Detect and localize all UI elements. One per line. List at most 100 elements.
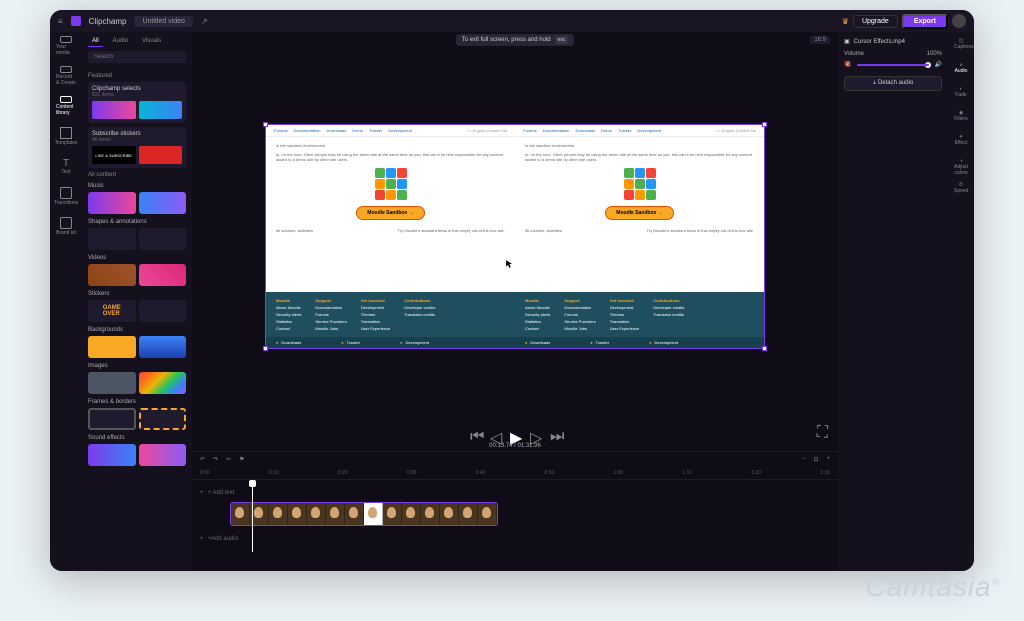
volume-icon[interactable]: 🔊 [935, 61, 942, 68]
shape-thumb[interactable] [139, 228, 187, 250]
mute-icon[interactable]: 🔇 [844, 61, 851, 68]
skip-back-icon[interactable]: ⏮ [470, 428, 480, 438]
split-icon[interactable]: ✂ [226, 456, 231, 463]
menu-icon[interactable]: ≡ [58, 17, 63, 26]
filter-visuals[interactable]: Visuals [138, 36, 165, 47]
zoom-fit-icon[interactable]: ⊡ [813, 456, 818, 463]
card-selects[interactable]: Clipchamp selects831 items [88, 82, 186, 123]
cat-shapes[interactable]: Shapes & annotations [88, 219, 186, 225]
redo-icon[interactable]: ↷ [213, 456, 218, 463]
volume-value: 100% [927, 51, 942, 57]
aspect-ratio[interactable]: 16:9 [810, 36, 830, 44]
step-fwd-icon[interactable]: ▷ [530, 428, 540, 438]
search-icon: ⌕ ▪ English (United Sta [467, 128, 507, 133]
music-thumb[interactable] [139, 192, 187, 214]
project-tab[interactable]: Untitled video [134, 16, 192, 27]
tool-rail: ◫Captions ♪Audio ◐Fade ◉Filters ✦Effect … [948, 32, 974, 571]
marker-icon[interactable]: ⚑ [239, 456, 244, 463]
sfx-thumb[interactable] [88, 444, 136, 466]
tool-captions[interactable]: ◫Captions [954, 38, 968, 52]
volume-label: Volume [844, 51, 864, 57]
canvas-wrap: ForumsDocumentationDownloadsDemoTrackerD… [192, 48, 838, 425]
sticker-thumb[interactable]: GAMEOVER [88, 300, 136, 322]
timeline-tools: ↶ ↷ ✂ ⚑ − ⊡ + [192, 452, 838, 466]
tool-colors[interactable]: ◑Adjust colors [954, 158, 968, 172]
add-icon[interactable]: + [200, 536, 204, 542]
search-input[interactable] [88, 51, 186, 63]
playhead[interactable] [252, 480, 253, 552]
tool-effects[interactable]: ✦Effect [954, 134, 968, 148]
frame-thumb[interactable] [139, 408, 187, 430]
tool-filters[interactable]: ◉Filters [954, 110, 968, 124]
nav-record[interactable]: Record & Create [56, 66, 76, 86]
fullscreen-hint: To exit full screen, press and holdesc [456, 34, 575, 46]
nav-templates[interactable]: Templates [56, 126, 76, 146]
cat-frames[interactable]: Frames & borders [88, 399, 186, 405]
cat-bg[interactable]: Backgrounds [88, 327, 186, 333]
skip-fwd-icon[interactable]: ⏭ [550, 428, 560, 438]
zoom-in-icon[interactable]: + [826, 456, 830, 462]
nav-yourmedia[interactable]: Your media [56, 36, 76, 56]
crown-icon: ♛ [842, 17, 849, 26]
export-button[interactable]: Export [902, 14, 948, 29]
camtasia-watermark: Camtasia® [865, 571, 1000, 603]
undo-icon[interactable]: ↶ [200, 456, 205, 463]
nav-brandkit[interactable]: Brand kit [56, 216, 76, 236]
add-text-track[interactable]: + Add text [208, 490, 235, 496]
cat-music[interactable]: Music [88, 183, 186, 189]
cat-sfx[interactable]: Sound effects [88, 435, 186, 441]
volume-slider[interactable] [857, 64, 928, 66]
bg-thumb[interactable] [88, 336, 136, 358]
playback-controls: ⏮ ◁ ▶ ▷ ⏭ ⛶ [192, 425, 838, 441]
resize-handle[interactable] [762, 122, 767, 127]
fullscreen-icon[interactable]: ⛶ [817, 424, 828, 442]
tool-speed[interactable]: ⏱Speed [954, 182, 968, 196]
resize-handle[interactable] [263, 346, 268, 351]
video-thumb[interactable] [88, 264, 136, 286]
avatar[interactable] [952, 14, 966, 28]
sandbox-button: Moodle Sandbox → [356, 206, 424, 220]
nav-library[interactable]: Content library [56, 96, 76, 116]
resize-handle[interactable] [762, 346, 767, 351]
step-back-icon[interactable]: ◁ [490, 428, 500, 438]
add-audio-track[interactable]: +Add audio [208, 536, 239, 542]
zoom-out-icon[interactable]: − [802, 456, 806, 462]
share-icon[interactable]: ↗ [201, 17, 208, 26]
img-thumb[interactable] [139, 372, 187, 394]
video-preview[interactable]: ForumsDocumentationDownloadsDemoTrackerD… [265, 124, 765, 349]
clipchamp-window: ≡ Clipchamp Untitled video ↗ ♛ Upgrade E… [50, 10, 974, 571]
bg-thumb[interactable] [139, 336, 187, 358]
filter-tabs: All Audio Visuals [88, 36, 186, 47]
nav-text[interactable]: TText [56, 156, 76, 176]
resize-handle[interactable] [263, 122, 268, 127]
sandbox-button: Moodle Sandbox → [605, 206, 673, 220]
cat-stickers[interactable]: Stickers [88, 291, 186, 297]
timeline: ↶ ↷ ✂ ⚑ − ⊡ + 0:000:100:200:300:400:501:… [192, 451, 838, 571]
tool-audio[interactable]: ♪Audio [954, 62, 968, 76]
img-thumb[interactable] [88, 372, 136, 394]
filter-audio[interactable]: Audio [109, 36, 132, 47]
cat-images[interactable]: Images [88, 363, 186, 369]
canvas-toolbar: To exit full screen, press and holdesc 1… [192, 32, 838, 48]
timeline-ruler[interactable]: 0:000:100:200:300:400:501:001:101:201:30 [192, 466, 838, 480]
detach-audio-button[interactable]: ⫝ Detach audio [844, 76, 942, 91]
cat-videos[interactable]: Videos [88, 255, 186, 261]
tool-fade[interactable]: ◐Fade [954, 86, 968, 100]
filter-all[interactable]: All [88, 36, 103, 47]
sticker-thumb[interactable] [139, 300, 187, 322]
card-stickers[interactable]: Subscribe stickers46 items LIKE & SUBSCR… [88, 127, 186, 168]
cursor-icon [505, 259, 515, 269]
video-thumb[interactable] [139, 264, 187, 286]
shape-thumb[interactable] [88, 228, 136, 250]
nav-transitions[interactable]: Transitions [56, 186, 76, 206]
add-icon[interactable]: + [200, 490, 204, 496]
frame-thumb[interactable] [88, 408, 136, 430]
sfx-thumb[interactable] [139, 444, 187, 466]
video-icon: ▣ [844, 38, 850, 45]
upgrade-button[interactable]: Upgrade [853, 15, 898, 28]
video-clip[interactable] [230, 502, 498, 526]
music-thumb[interactable] [88, 192, 136, 214]
moodle-right: ForumsDocumentationDownloadsDemoTrackerD… [515, 125, 764, 348]
play-icon[interactable]: ▶ [510, 428, 520, 438]
moodle-left: ForumsDocumentationDownloadsDemoTrackerD… [266, 125, 515, 348]
